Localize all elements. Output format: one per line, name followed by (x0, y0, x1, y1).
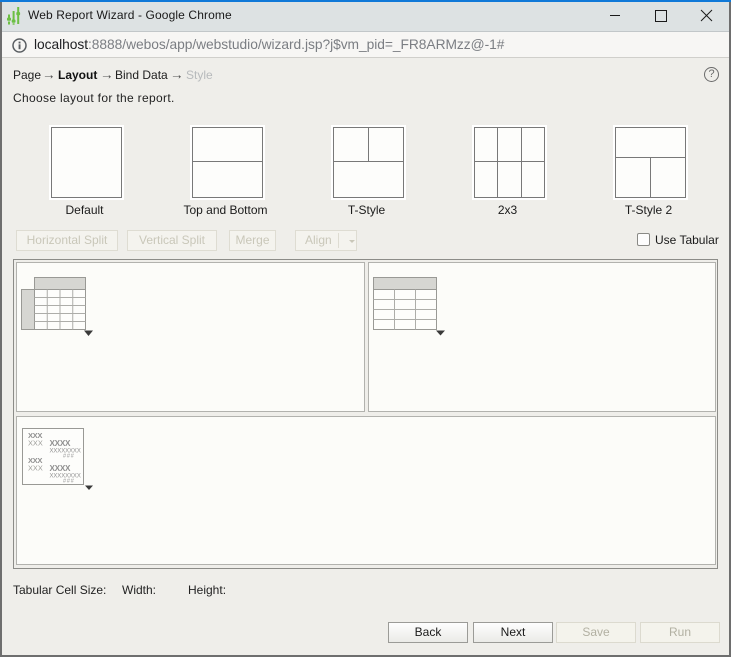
svg-text:XXX: XXX (28, 439, 43, 448)
svg-text:XXXX: XXXX (50, 464, 71, 473)
svg-text:XXX: XXX (28, 464, 43, 473)
svg-text:###: ### (63, 479, 75, 485)
svg-text:###: ### (63, 454, 75, 460)
svg-text:XXXX: XXXX (50, 439, 71, 448)
